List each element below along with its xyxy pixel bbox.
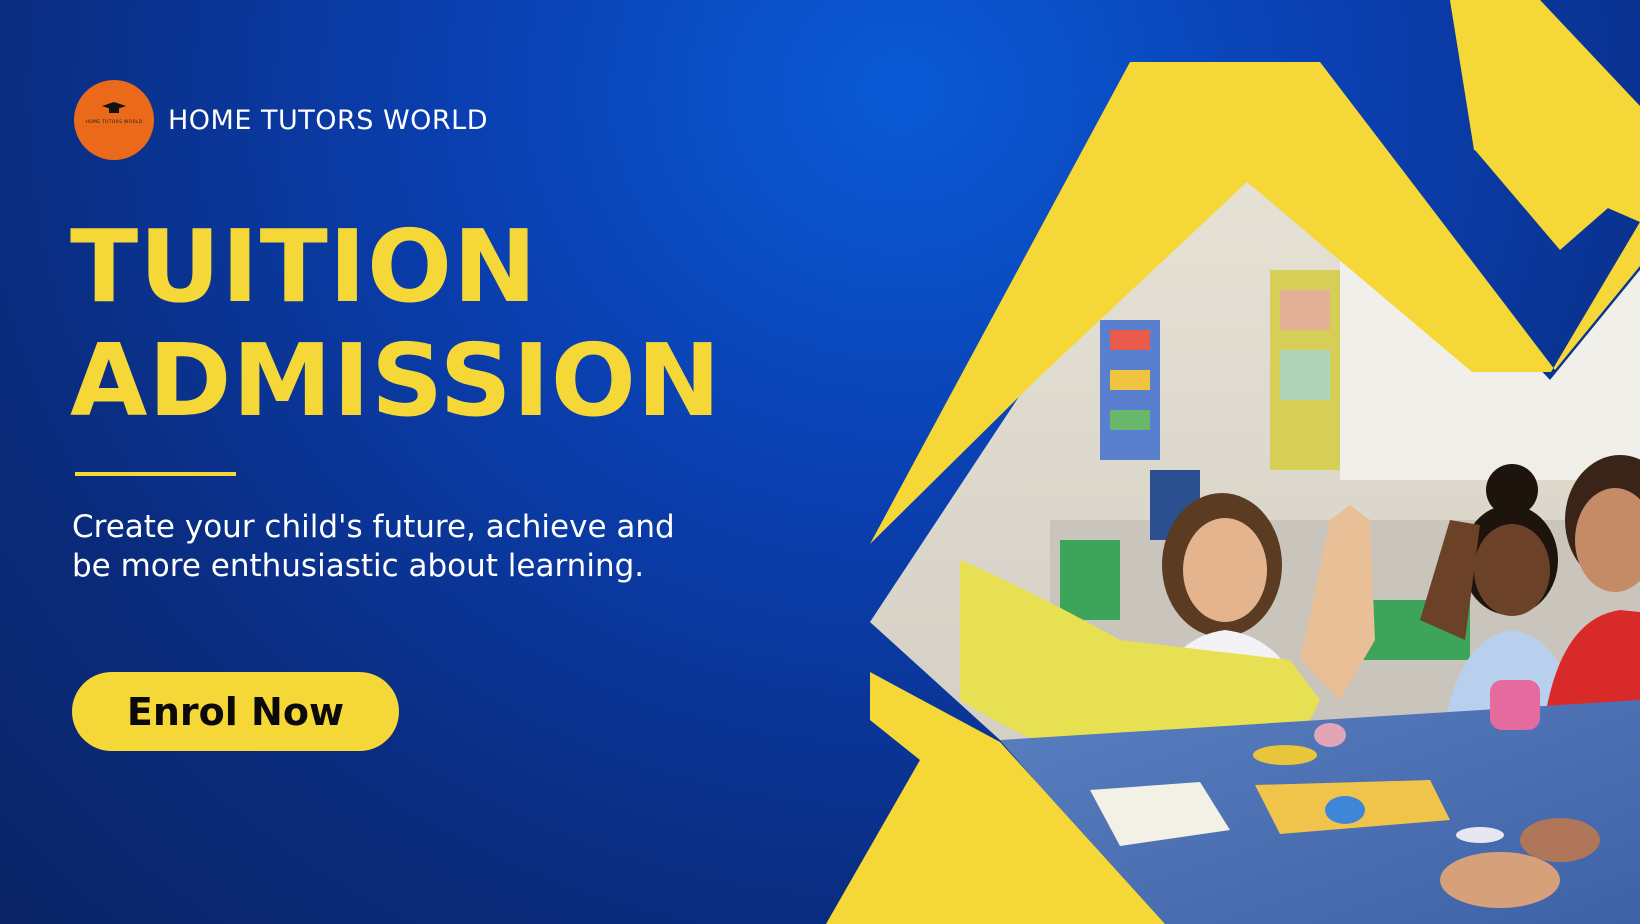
subtitle-line-2: be more enthusiastic about learning.: [72, 548, 645, 584]
title-divider: [75, 472, 236, 476]
enrol-now-button[interactable]: Enrol Now: [72, 672, 399, 751]
logo-caption: HOME TUTORS WORLD: [85, 120, 143, 125]
page-title: TUITION ADMISSION: [70, 210, 722, 438]
subtitle: Create your child's future, achieve and …: [72, 508, 792, 586]
title-line-2: ADMISSION: [70, 322, 722, 439]
brand-logo: HOME TUTORS WORLD: [74, 80, 154, 160]
graduation-cap-icon: [102, 102, 126, 113]
subtitle-line-1: Create your child's future, achieve and: [72, 509, 675, 545]
brand-header: HOME TUTORS WORLD HOME TUTORS WORLD: [74, 80, 488, 160]
title-line-1: TUITION: [70, 208, 538, 325]
brand-name: HOME TUTORS WORLD: [168, 104, 489, 136]
